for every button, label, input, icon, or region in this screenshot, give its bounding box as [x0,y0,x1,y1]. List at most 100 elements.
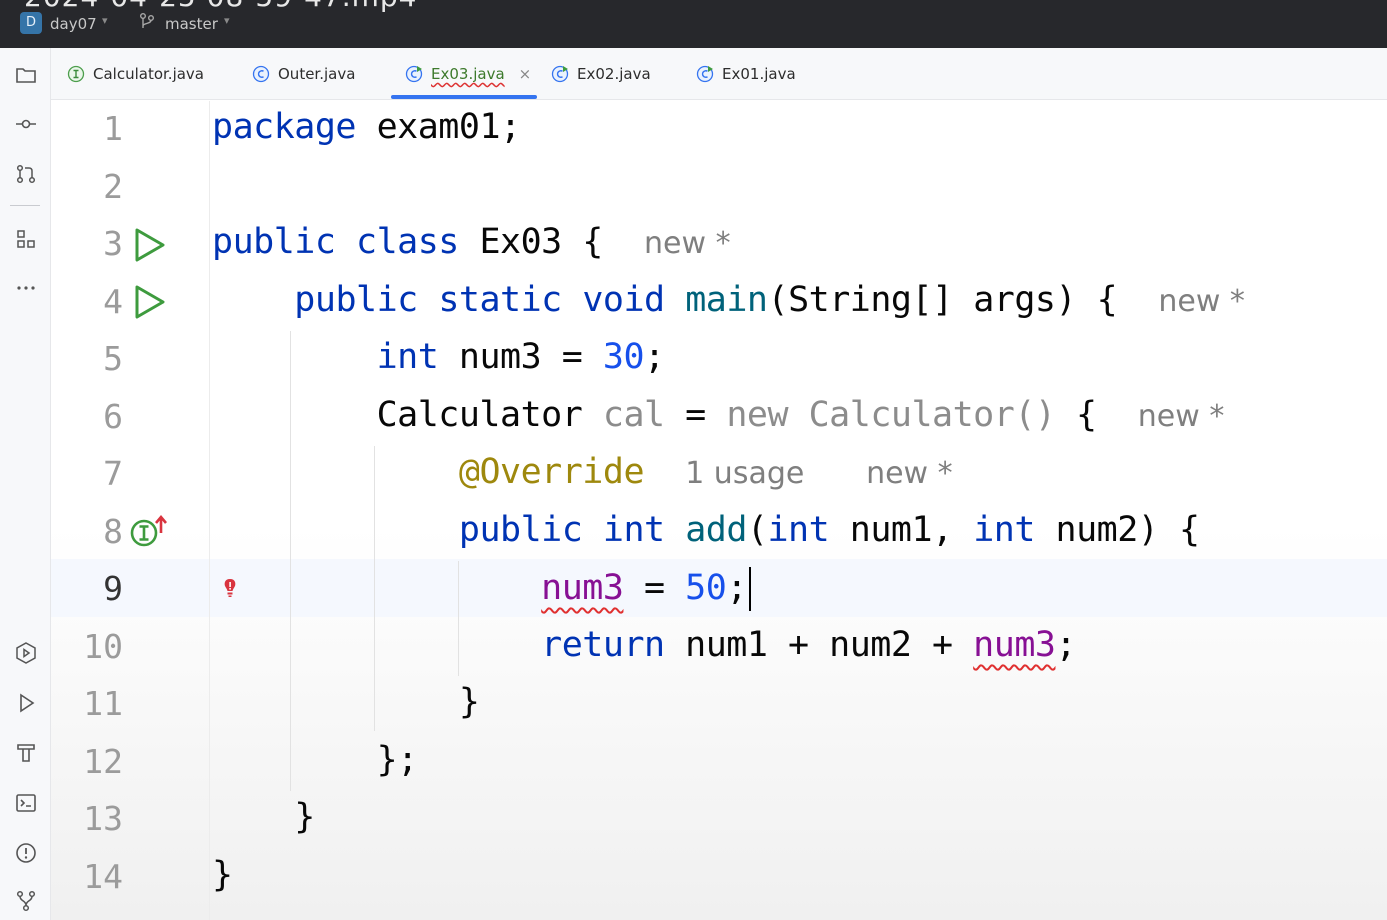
usage-hint[interactable]: 1 usage [685,456,804,491]
toolstrip-divider [10,205,40,206]
code-line-13[interactable]: } [212,797,315,837]
structure-icon[interactable] [13,226,39,252]
implements-method-icon[interactable] [129,513,171,549]
terminal-icon[interactable] [13,790,39,816]
code-line-4[interactable]: public static void main(String[] args) {… [212,280,1245,320]
tab-calculator-java[interactable]: Calculator.java [67,48,204,100]
line-number: 8 [103,512,123,551]
git-icon[interactable] [13,888,39,914]
editor-tab-bar: Calculator.java Outer.java Ex03.java × E… [51,48,1387,100]
code-text: ( [746,510,768,550]
gutter-separator [209,101,210,920]
code-text: (String[] args) { [767,280,1118,320]
runnable-class-icon [551,65,569,83]
tab-label: Calculator.java [93,65,204,83]
code-text: Ex03 { [458,222,603,262]
line-number: 14 [83,857,123,896]
code-text: } [212,855,233,895]
code-line-1[interactable]: package exam01; [212,107,521,147]
keyword: int [602,510,665,550]
annotation: @Override [458,452,645,492]
close-icon[interactable]: × [519,65,532,83]
class-icon [252,65,270,83]
inlay-hint[interactable]: new * [866,456,953,491]
code-text: num3 = [438,337,603,377]
runnable-class-icon [405,65,423,83]
branch-icon[interactable] [138,12,156,32]
problems-icon[interactable] [13,840,39,866]
keyword: int [376,337,439,377]
code-line-3[interactable]: public class Ex03 { new * [212,222,731,262]
tab-label: Outer.java [278,65,356,83]
tab-ex02-java[interactable]: Ex02.java [551,48,651,100]
tab-ex01-java[interactable]: Ex01.java [696,48,796,100]
inlay-hint[interactable]: new * [1158,284,1245,319]
more-icon[interactable] [13,275,39,301]
line-number: 2 [103,167,123,206]
tab-ex03-java[interactable]: Ex03.java × [405,48,531,100]
line-number: 12 [83,742,123,781]
code-line-12[interactable]: }; [212,740,419,780]
keyword: int [973,510,1035,550]
method-name: add [685,510,747,550]
inlay-hint[interactable]: new * [1138,399,1225,434]
line-number: 3 [103,224,123,263]
active-tab-indicator [391,95,537,99]
type-name: Calculator [376,395,583,435]
keyword: static [438,280,562,320]
method-name: main [685,280,768,320]
line-number: 7 [103,454,123,493]
folder-icon[interactable] [13,62,39,88]
left-tool-strip [0,48,51,920]
chevron-down-icon[interactable]: ▾ [102,14,108,27]
services-icon[interactable] [13,640,39,666]
build-icon[interactable] [13,740,39,766]
code-line-7[interactable]: @Override 1 usage new * [212,452,953,492]
code-line-14[interactable]: } [212,855,233,895]
keyword: public [458,510,583,550]
pull-requests-icon[interactable] [13,161,39,187]
commit-icon[interactable] [13,111,39,137]
line-number: 10 [83,627,123,666]
code-line-10[interactable]: return num1 + num2 + num3; [212,625,1076,665]
code-text: num1, [829,510,974,550]
video-file-title: 2024-04-25 08-59-47.mp4 [24,0,417,13]
line-number: 11 [83,684,123,723]
line-number: 13 [83,799,123,838]
captured-variable-error[interactable]: num3 [973,625,1056,665]
run-gutter-icon[interactable] [133,284,167,320]
code-text: = [623,568,686,608]
code-line-6[interactable]: Calculator cal = new Calculator() { new … [212,395,1225,435]
tab-label: Ex01.java [722,65,796,83]
keyword: return [541,625,665,665]
text-caret [748,567,751,611]
constructor-call: Calculator() [808,395,1056,435]
run-icon[interactable] [13,690,39,716]
code-line-5[interactable]: int num3 = 30; [212,337,666,377]
code-text: = [664,395,727,435]
project-selector[interactable]: day07 [50,15,97,33]
inlay-hint[interactable]: new * [644,226,731,261]
captured-variable-error[interactable]: num3 [541,568,624,608]
keyword: public [212,222,336,262]
chevron-down-icon[interactable]: ▾ [224,14,230,27]
run-gutter-icon[interactable] [133,227,167,263]
code-line-9[interactable]: num3 = 50; [212,567,751,611]
branch-selector[interactable]: master [165,15,218,33]
runnable-class-icon [696,65,714,83]
code-text: num2) { [1034,510,1201,550]
tab-outer-java[interactable]: Outer.java [252,48,355,100]
keyword-dimmed: new [726,395,789,435]
interface-icon [67,65,85,83]
code-editor[interactable]: 1 2 3 4 5 6 7 8 9 10 11 12 13 14 package… [51,101,1387,920]
tab-label: Ex03.java [431,65,505,83]
project-badge[interactable]: D [20,12,42,34]
code-text: ; [644,337,665,377]
title-bar: 2024-04-25 08-59-47.mp4 D day07 ▾ master… [0,0,1387,48]
unused-variable: cal [602,395,665,435]
code-text: ; [726,568,747,608]
line-number: 5 [103,339,123,378]
keyword: package [212,107,357,147]
code-line-8[interactable]: public int add(int num1, int num2) { [212,510,1200,550]
code-line-11[interactable]: } [212,682,480,722]
